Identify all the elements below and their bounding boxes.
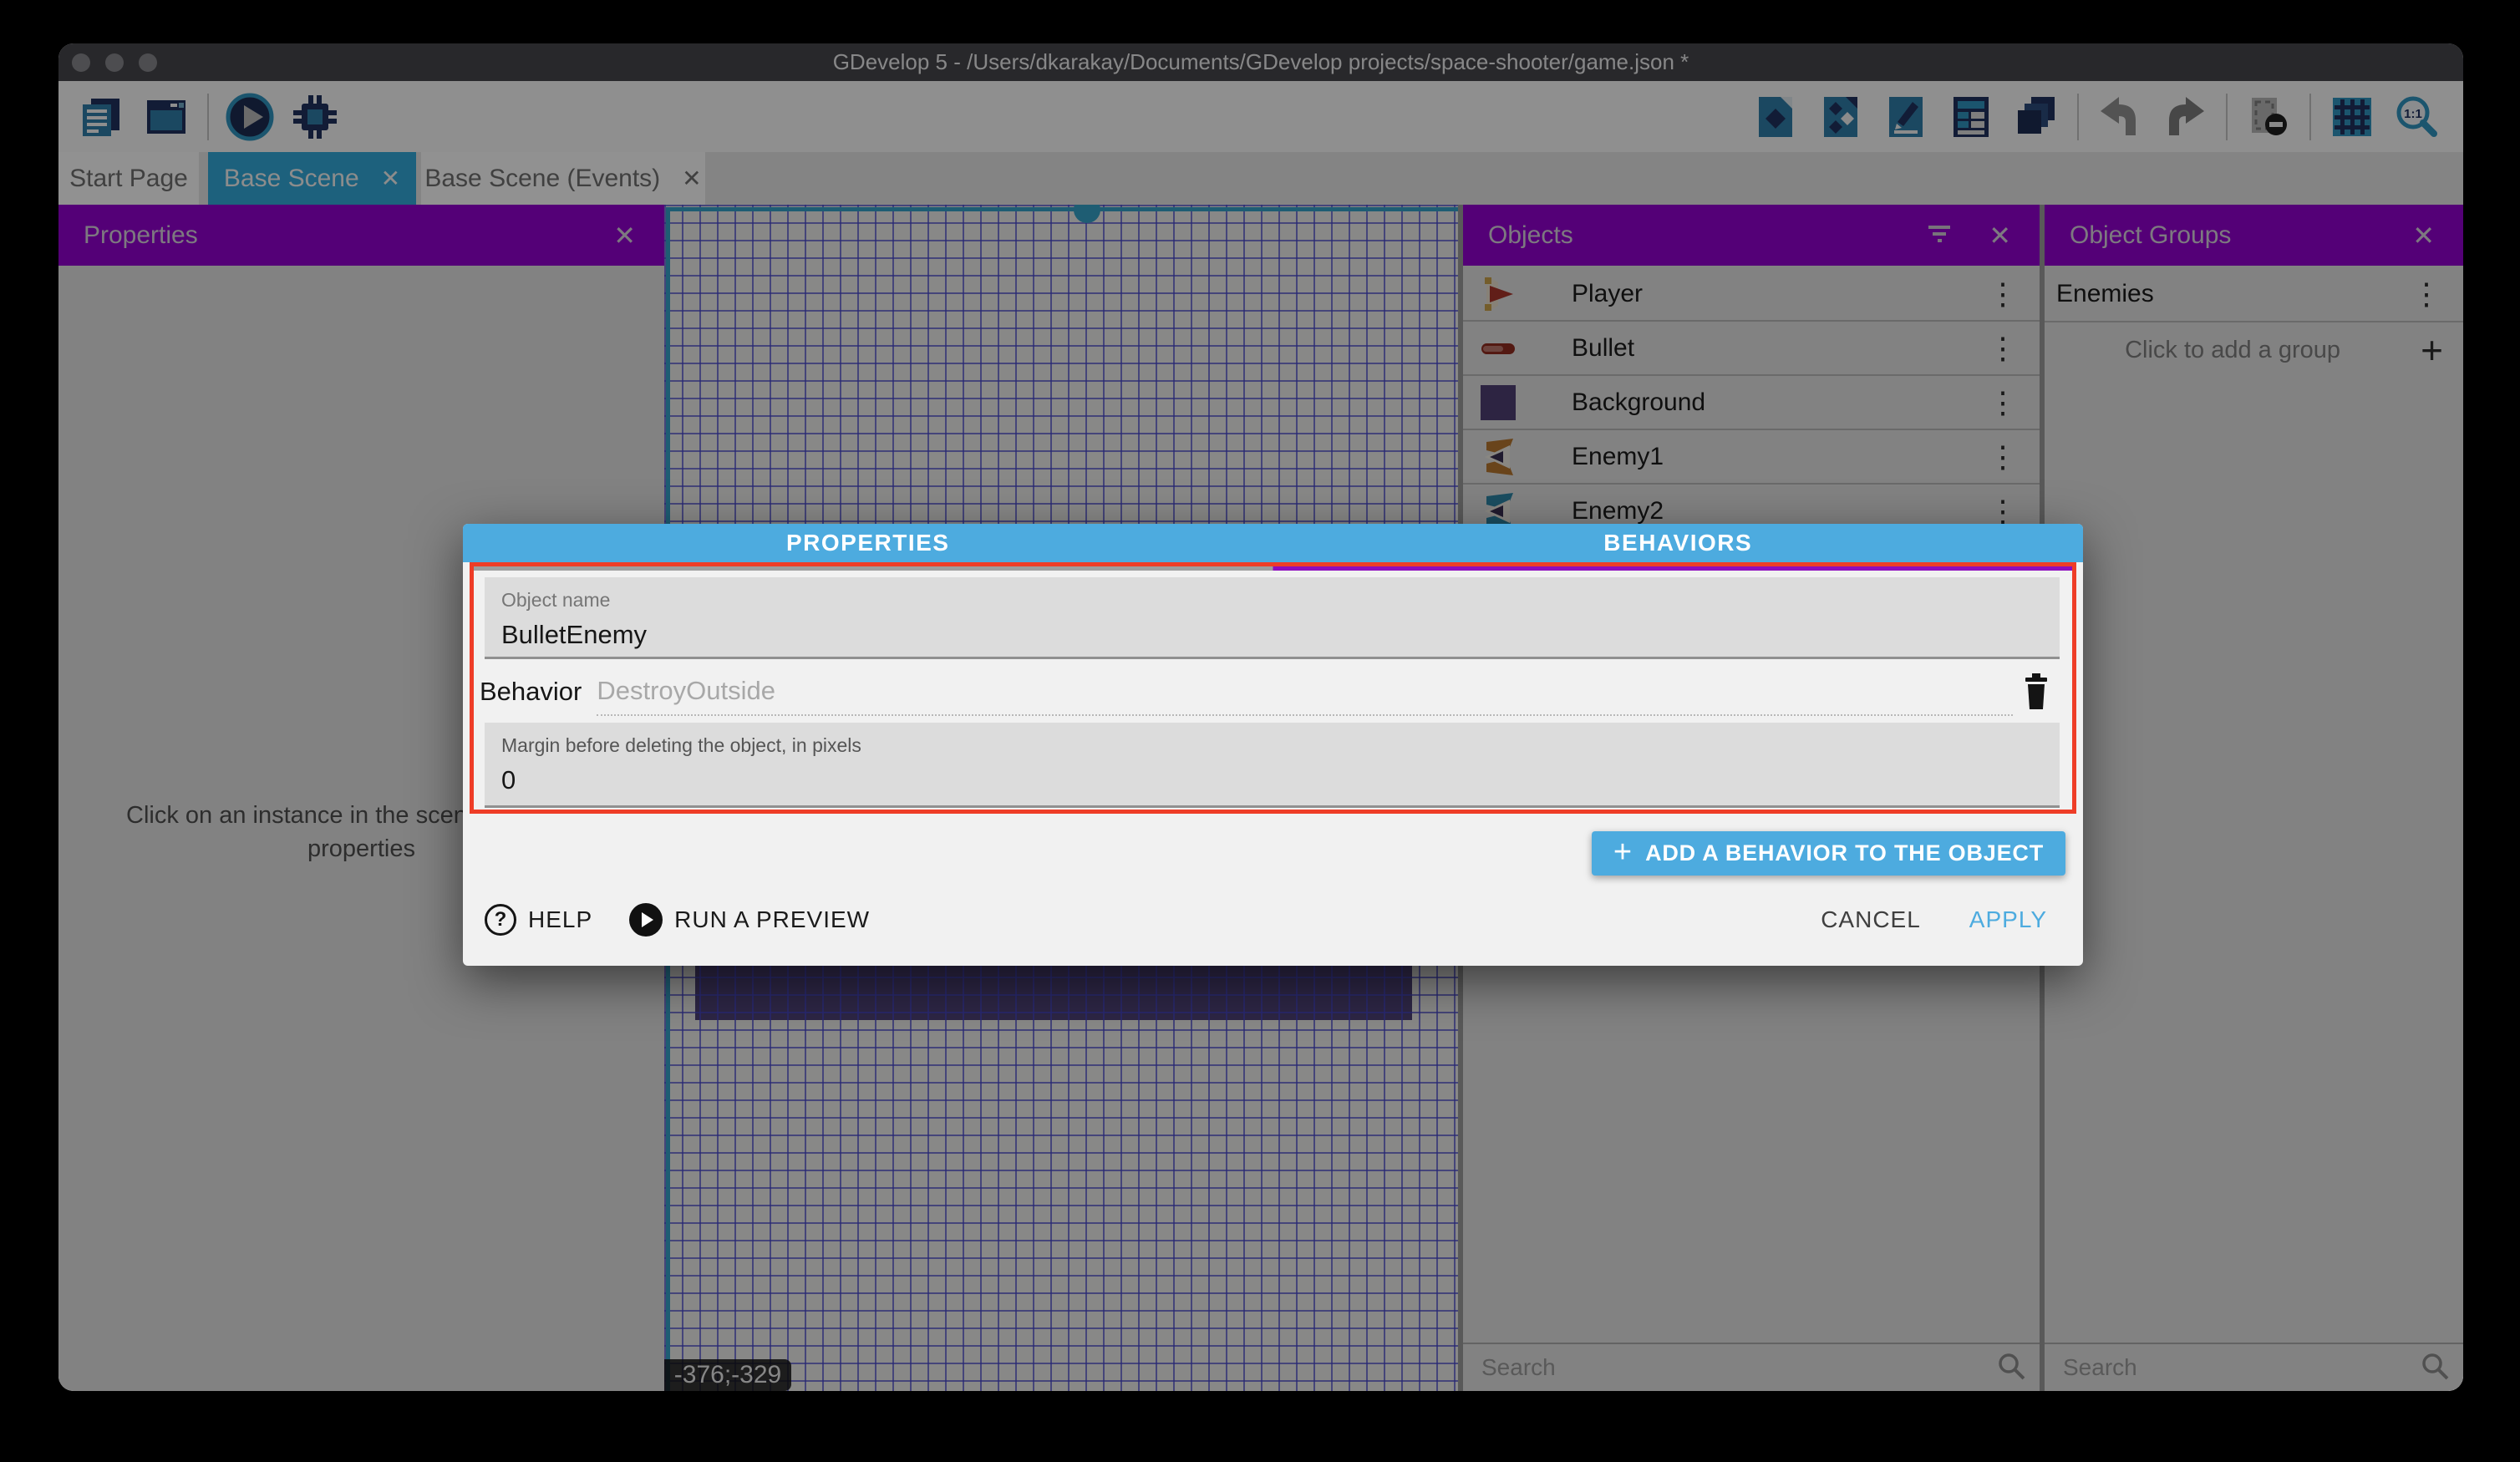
help-button[interactable]: ? HELP: [485, 904, 592, 936]
trash-icon: [2017, 670, 2055, 713]
margin-label: Margin before deleting the object, in pi…: [501, 734, 2043, 757]
add-behavior-button[interactable]: + ADD A BEHAVIOR TO THE OBJECT: [1592, 831, 2065, 876]
dialog-tabbar: PROPERTIES BEHAVIORS: [463, 524, 2083, 562]
add-behavior-button-label: ADD A BEHAVIOR TO THE OBJECT: [1645, 840, 2044, 866]
behavior-name-field[interactable]: DestroyOutside: [597, 668, 2013, 716]
tab-properties[interactable]: PROPERTIES: [463, 524, 1273, 562]
help-icon: ?: [485, 904, 516, 936]
cancel-button[interactable]: CANCEL: [1821, 906, 1921, 933]
object-editor-dialog: PROPERTIES BEHAVIORS Object name BulletE…: [463, 524, 2083, 966]
help-label: HELP: [528, 906, 592, 933]
dialog-actions-left: ? HELP RUN A PREVIEW: [485, 903, 870, 937]
play-icon: [629, 903, 663, 937]
delete-behavior-button[interactable]: [2013, 668, 2060, 715]
tab-behaviors[interactable]: BEHAVIORS: [1273, 524, 2084, 562]
behavior-name-value: DestroyOutside: [597, 676, 775, 706]
active-tab-indicator: [474, 566, 2072, 571]
apply-button[interactable]: APPLY: [1969, 906, 2047, 933]
desktop-background: GDevelop 5 - /Users/dkarakay/Documents/G…: [0, 0, 2520, 1462]
dialog-actions: ? HELP RUN A PREVIEW CANCEL APPLY: [485, 896, 2047, 943]
behavior-label: Behavior: [480, 677, 582, 707]
object-name-value[interactable]: BulletEnemy: [501, 620, 2043, 650]
dialog-actions-right: CANCEL APPLY: [1821, 906, 2047, 933]
run-preview-button[interactable]: RUN A PREVIEW: [629, 903, 870, 937]
behavior-row: Behavior DestroyOutside: [480, 668, 2060, 716]
object-name-field[interactable]: Object name BulletEnemy: [485, 577, 2060, 659]
margin-field[interactable]: Margin before deleting the object, in pi…: [485, 723, 2060, 808]
margin-value[interactable]: 0: [501, 765, 2043, 795]
plus-icon: +: [1613, 836, 1632, 868]
object-name-label: Object name: [501, 589, 2043, 612]
run-preview-label: RUN A PREVIEW: [674, 906, 870, 933]
